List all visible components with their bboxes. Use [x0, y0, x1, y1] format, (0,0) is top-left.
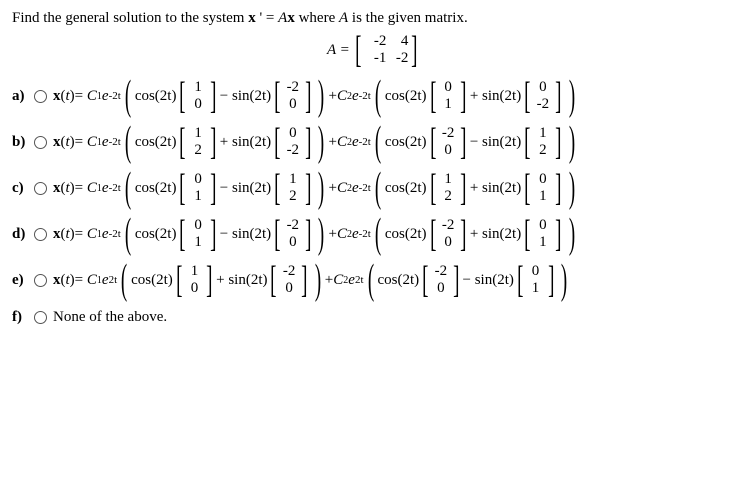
radio-icon[interactable]: [34, 182, 47, 195]
equation: x(t)= C1e-2t ( cos(2t)[10] − sin(2t)[-20…: [53, 79, 579, 113]
radio-icon[interactable]: [34, 136, 47, 149]
prompt-pre: Find the general solution to the system: [12, 10, 248, 26]
option-letter: b): [12, 134, 34, 151]
option-c[interactable]: c) x(t)= C1e-2t ( cos(2t)[01] − sin(2t)[…: [12, 171, 736, 205]
option-d[interactable]: d) x(t)= C1e-2t ( cos(2t)[01] − sin(2t)[…: [12, 217, 736, 251]
a-00: -2: [364, 33, 386, 50]
option-e[interactable]: e) x(t)= C1e2t ( cos(2t)[10] + sin(2t)[-…: [12, 263, 736, 297]
equation: x(t)= C1e2t ( cos(2t)[10] + sin(2t)[-20]…: [53, 263, 571, 297]
equation: x(t)= C1e-2t ( cos(2t)[01] − sin(2t)[12]…: [53, 171, 579, 205]
equation: x(t)= C1e-2t ( cos(2t)[01] − sin(2t)[-20…: [53, 217, 579, 251]
option-letter: f): [12, 309, 34, 326]
option-b[interactable]: b) x(t)= C1e-2t ( cos(2t)[12] + sin(2t)[…: [12, 125, 736, 159]
option-letter: c): [12, 180, 34, 197]
a-label: A =: [327, 42, 350, 59]
option-letter: e): [12, 272, 34, 289]
option-f-text: None of the above.: [53, 309, 167, 326]
radio-icon[interactable]: [34, 90, 47, 103]
option-f[interactable]: f) None of the above.: [12, 309, 736, 326]
matrix-a: [ -24 -1-2 ]: [352, 33, 421, 67]
question-prompt: Find the general solution to the system …: [12, 10, 736, 27]
option-a[interactable]: a) x(t)= C1e-2t ( cos(2t)[10] − sin(2t)[…: [12, 79, 736, 113]
a-10: -1: [364, 50, 386, 67]
option-letter: d): [12, 226, 34, 243]
radio-icon[interactable]: [34, 274, 47, 287]
prompt-end: is the given matrix.: [352, 10, 468, 26]
prompt-eq: x ' = Ax: [248, 10, 295, 26]
prompt-post: where: [299, 10, 339, 26]
radio-icon[interactable]: [34, 228, 47, 241]
matrix-definition: A = [ -24 -1-2 ]: [12, 33, 736, 67]
prompt-a: A: [339, 10, 348, 26]
a-01: 4: [386, 33, 408, 50]
equation: x(t)= C1e-2t ( cos(2t)[12] + sin(2t)[0-2…: [53, 125, 579, 159]
option-letter: a): [12, 88, 34, 105]
a-11: -2: [386, 50, 408, 67]
radio-icon[interactable]: [34, 311, 47, 324]
